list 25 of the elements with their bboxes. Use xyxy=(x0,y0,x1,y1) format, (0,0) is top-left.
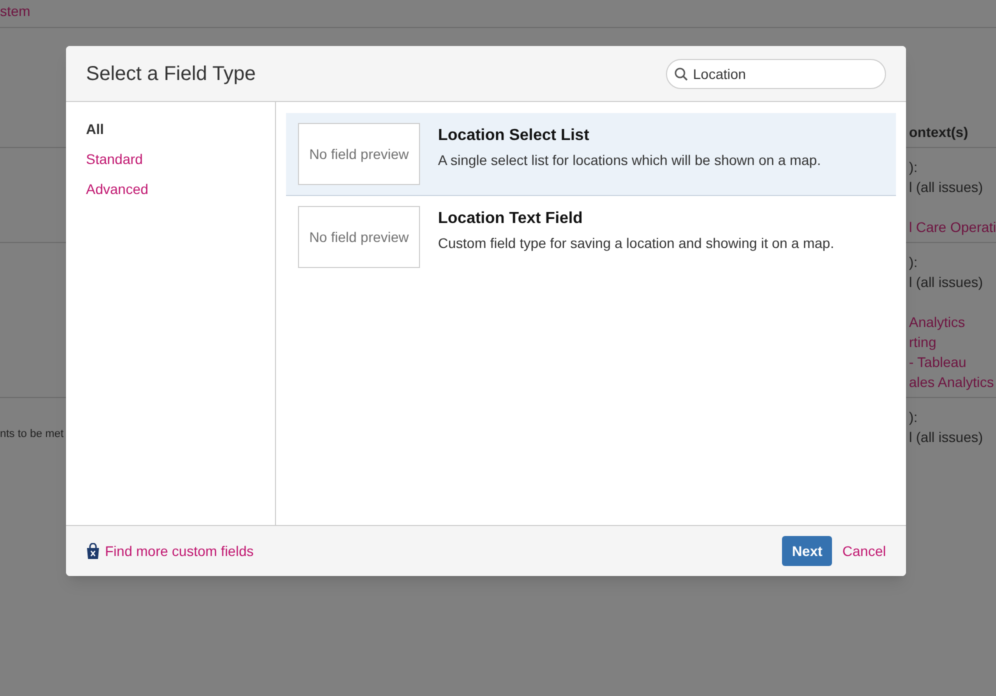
field-type-name: Location Text Field xyxy=(438,209,584,229)
field-type-item[interactable]: No field preview Location Select List A single select list for locations which will be shown on a map. xyxy=(286,113,896,196)
field-type-description: A single select list for locations which will be shown on a map. xyxy=(438,151,821,170)
search-icon xyxy=(674,66,688,80)
category-link[interactable]: Standard xyxy=(86,149,143,170)
find-more-link[interactable]: Find more custom fields xyxy=(105,540,254,562)
field-preview: No field preview xyxy=(298,123,420,185)
field-preview: No field preview xyxy=(298,206,420,268)
background-text: ): xyxy=(909,158,918,177)
dialog-title: Select a Field Type xyxy=(86,62,256,86)
category-link[interactable]: All xyxy=(86,119,104,140)
shopping-bag-icon xyxy=(86,542,100,560)
background-text: l (all issues) xyxy=(909,178,983,197)
background-text: ): xyxy=(909,408,918,427)
background-text: nts to be met xyxy=(0,427,64,442)
background-text: ontext(s) xyxy=(909,123,968,142)
field-type-name: Location Select List xyxy=(438,126,590,146)
cancel-link[interactable]: Cancel xyxy=(842,536,886,566)
background-text: l (all issues) xyxy=(909,428,983,447)
background-text: ): xyxy=(909,253,918,272)
category-link[interactable]: Advanced xyxy=(86,179,148,200)
field-type-description: Custom field type for saving a location and showing it on a map. xyxy=(438,234,834,253)
background-text: l (all issues) xyxy=(909,273,983,292)
next-button[interactable]: Next xyxy=(782,536,832,566)
search-field[interactable]: Location xyxy=(666,58,886,88)
